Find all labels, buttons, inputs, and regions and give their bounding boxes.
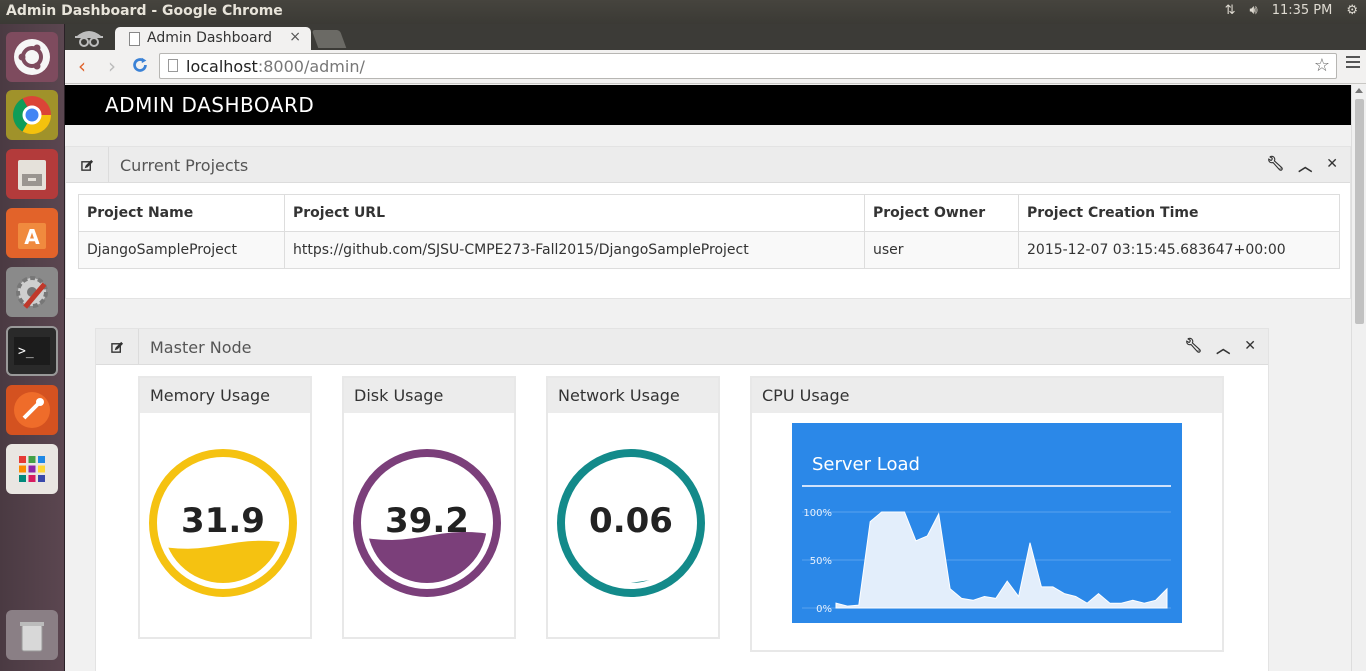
close-icon[interactable]: ✕ [1326,156,1338,176]
files-launcher-icon[interactable] [6,149,58,199]
projects-table: Project Name Project URL Project Owner P… [78,194,1340,269]
network-value: 0.06 [589,501,673,541]
tab-close-icon[interactable]: × [289,29,301,45]
clock[interactable]: 11:35 PM [1272,3,1333,18]
close-icon[interactable]: ✕ [1244,338,1256,358]
page-scrollbar[interactable] [1351,85,1366,671]
url-path: :8000/admin/ [257,57,365,76]
y-tick-label: 0% [816,604,832,615]
postman-launcher-icon[interactable] [6,385,58,435]
page-info-icon[interactable] [168,59,178,72]
unity-launcher: A >_ [0,24,65,671]
y-tick-label: 100% [803,508,832,519]
wrench-icon[interactable]: 🔧︎ [1184,338,1202,358]
memory-value: 31.9 [181,501,265,541]
memory-usage-panel: Memory Usage 31.9 [138,376,312,639]
widget-title: Master Node [150,338,252,357]
browser-tab-strip: Admin Dashboard × [65,24,1366,50]
address-bar[interactable]: localhost:8000/admin/ ☆ [159,53,1337,79]
chart-title: Server Load [812,454,920,475]
svg-text:A: A [24,225,40,249]
panel-title: Disk Usage [344,378,514,413]
y-tick-label: 50% [810,556,832,567]
scroll-up-arrow-icon[interactable] [1355,88,1363,93]
forward-arrow-icon[interactable]: › [101,55,123,77]
browser-toolbar: ‹ › localhost:8000/admin/ ☆ [65,50,1366,84]
table-cell: user [864,231,1019,269]
widget-header: Current Projects 🔧︎ ︿ ✕ [66,147,1350,183]
volume-icon[interactable]: 🔊︎ [1249,3,1257,18]
chevron-up-icon[interactable]: ︿ [1298,156,1312,176]
back-arrow-icon[interactable]: ‹ [71,55,93,77]
wrench-icon[interactable]: 🔧︎ [1266,156,1284,176]
column-header[interactable]: Project Creation Time [1018,194,1340,232]
panel-title: Network Usage [548,378,718,413]
new-tab-button[interactable] [311,30,347,48]
panel-title: CPU Usage [752,378,1222,413]
app-grid-icon[interactable] [6,444,58,494]
terminal-launcher-icon[interactable]: >_ [6,326,58,376]
bookmark-star-icon[interactable]: ☆ [1314,55,1330,76]
cpu-usage-panel: CPU Usage Server Load 100% 50% 0% [750,376,1224,652]
table-cell: 2015-12-07 03:15:45.683647+00:00 [1018,231,1340,269]
chevron-up-icon[interactable]: ︿ [1216,338,1230,358]
disk-value: 39.2 [385,501,469,541]
system-settings-icon[interactable] [6,267,58,317]
widget-title: Current Projects [120,156,249,175]
scrollbar-thumb[interactable] [1355,99,1364,324]
current-projects-widget: Current Projects 🔧︎ ︿ ✕ Project Name Pro… [65,146,1351,299]
chrome-menu-icon[interactable] [1346,56,1360,71]
incognito-icon [73,26,105,48]
column-header[interactable]: Project Owner [864,194,1019,232]
network-indicator-icon[interactable]: ⇅ [1225,3,1236,18]
edit-icon[interactable] [66,147,109,183]
tab-admin-dashboard[interactable]: Admin Dashboard × [115,27,311,50]
software-center-icon[interactable]: A [6,208,58,258]
trash-icon[interactable] [6,610,58,660]
chrome-launcher-icon[interactable] [6,90,58,140]
master-node-widget: Master Node 🔧︎ ︿ ✕ Memory Usage 31.9 Dis… [95,328,1269,671]
disk-usage-panel: Disk Usage 39.2 [342,376,516,639]
os-top-panel: Admin Dashboard - Google Chrome ⇅ 🔊︎ 11:… [0,0,1366,24]
svg-text:>_: >_ [18,344,34,359]
panel-title: Memory Usage [140,378,310,413]
reload-icon[interactable] [129,55,151,77]
url-host: localhost [186,57,258,76]
server-load-chart: Server Load 100% 50% 0% [792,423,1182,623]
network-usage-panel: Network Usage 0.06 [546,376,720,639]
chart-background [792,423,1182,623]
table-cell: DjangoSampleProject [78,231,285,269]
column-header[interactable]: Project URL [284,194,865,232]
ubuntu-dash-icon[interactable] [6,32,58,82]
app-title: ADMIN DASHBOARD [105,93,315,117]
table-row[interactable]: DjangoSampleProject https://github.com/S… [78,231,1340,269]
widget-header: Master Node 🔧︎ ︿ ✕ [96,329,1268,365]
app-header: ADMIN DASHBOARD [65,85,1351,125]
window-title: Admin Dashboard - Google Chrome [6,3,283,19]
settings-gear-icon[interactable]: ⚙ [1346,3,1358,18]
column-header[interactable]: Project Name [78,194,285,232]
table-cell: https://github.com/SJSU-CMPE273-Fall2015… [284,231,865,269]
edit-icon[interactable] [96,329,139,365]
page-viewport: ADMIN DASHBOARD Current Projects 🔧︎ ︿ ✕ … [65,85,1351,671]
tab-title: Admin Dashboard [147,30,273,46]
page-favicon-icon [129,32,140,46]
